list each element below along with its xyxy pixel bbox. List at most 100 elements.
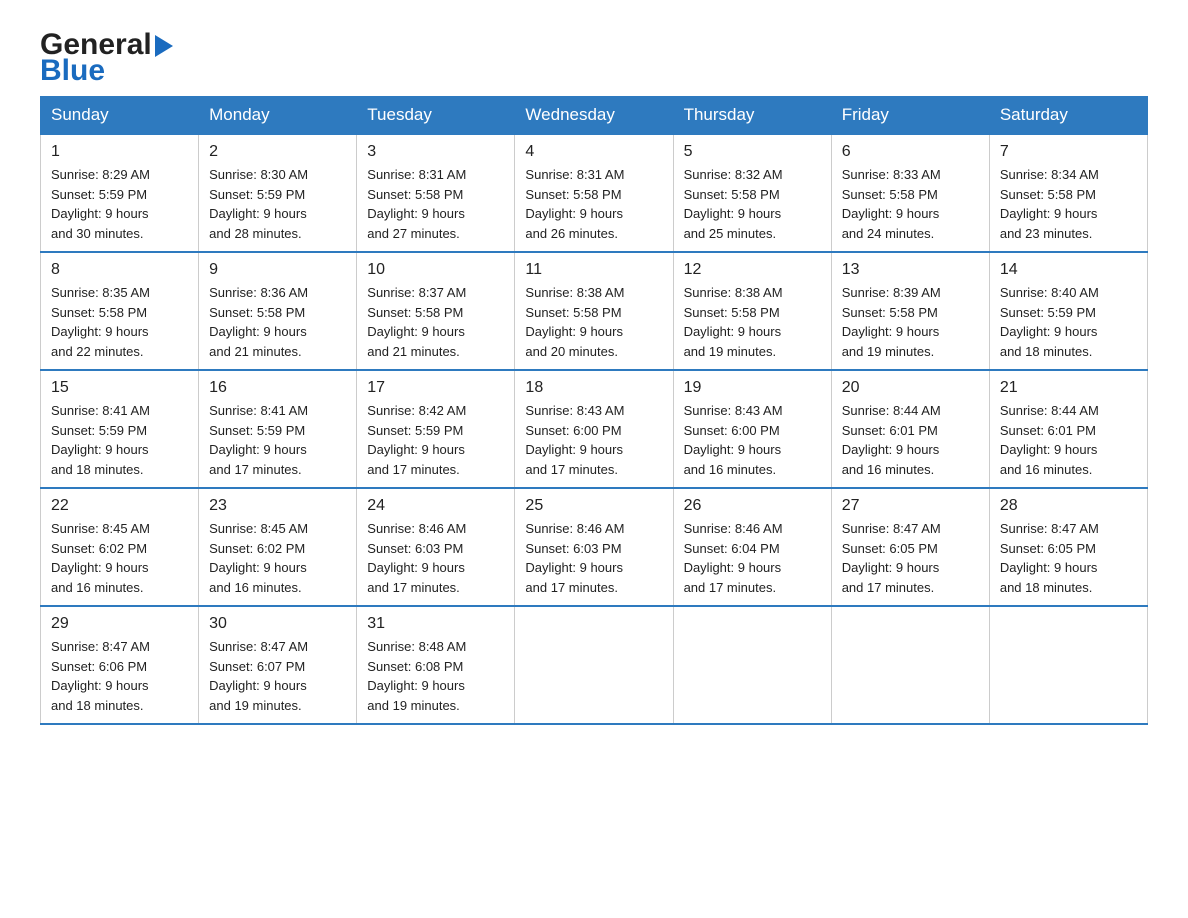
day-number: 9 [209, 261, 346, 279]
day-number: 17 [367, 379, 504, 397]
calendar-day-16: 16Sunrise: 8:41 AM Sunset: 5:59 PM Dayli… [199, 370, 357, 488]
day-info: Sunrise: 8:40 AM Sunset: 5:59 PM Dayligh… [1000, 283, 1137, 361]
day-number: 14 [1000, 261, 1137, 279]
weekday-header-monday: Monday [199, 97, 357, 135]
calendar-day-27: 27Sunrise: 8:47 AM Sunset: 6:05 PM Dayli… [831, 488, 989, 606]
calendar-week-row: 1 Sunrise: 8:29 AM Sunset: 5:59 PM Daylig… [41, 134, 1148, 252]
day-info: Sunrise: 8:32 AM Sunset: 5:58 PM Dayligh… [684, 165, 821, 243]
day-number: 7 [1000, 143, 1137, 161]
day-number: 16 [209, 379, 346, 397]
day-info: Sunrise: 8:36 AM Sunset: 5:58 PM Dayligh… [209, 283, 346, 361]
day-number: 1 [51, 143, 188, 161]
day-number: 12 [684, 261, 821, 279]
calendar-day-5: 5 Sunrise: 8:32 AM Sunset: 5:58 PM Daylig… [673, 134, 831, 252]
calendar-empty-cell [515, 606, 673, 724]
calendar-day-21: 21 Sunrise: 8:44 AM Sunset: 6:01 PM Dayli… [989, 370, 1147, 488]
day-number: 30 [209, 615, 346, 633]
day-info: Sunrise: 8:47 AM Sunset: 6:05 PM Dayligh… [1000, 519, 1137, 597]
calendar-empty-cell [673, 606, 831, 724]
day-info: Sunrise: 8:34 AM Sunset: 5:58 PM Dayligh… [1000, 165, 1137, 243]
calendar-day-17: 17 Sunrise: 8:42 AM Sunset: 5:59 PM Dayli… [357, 370, 515, 488]
calendar-week-row: 29Sunrise: 8:47 AM Sunset: 6:06 PM Dayli… [41, 606, 1148, 724]
day-info: Sunrise: 8:46 AM Sunset: 6:03 PM Dayligh… [525, 519, 662, 597]
day-number: 24 [367, 497, 504, 515]
day-number: 20 [842, 379, 979, 397]
day-info: Sunrise: 8:38 AM Sunset: 5:58 PM Dayligh… [684, 283, 821, 361]
day-info: Sunrise: 8:33 AM Sunset: 5:58 PM Dayligh… [842, 165, 979, 243]
calendar-day-15: 15Sunrise: 8:41 AM Sunset: 5:59 PM Dayli… [41, 370, 199, 488]
calendar-day-20: 20 Sunrise: 8:44 AM Sunset: 6:01 PM Dayli… [831, 370, 989, 488]
calendar-day-25: 25 Sunrise: 8:46 AM Sunset: 6:03 PM Dayli… [515, 488, 673, 606]
calendar-day-12: 12 Sunrise: 8:38 AM Sunset: 5:58 PM Dayli… [673, 252, 831, 370]
calendar-day-7: 7 Sunrise: 8:34 AM Sunset: 5:58 PM Daylig… [989, 134, 1147, 252]
day-number: 23 [209, 497, 346, 515]
day-info: Sunrise: 8:48 AM Sunset: 6:08 PM Dayligh… [367, 637, 504, 715]
day-info: Sunrise: 8:39 AM Sunset: 5:58 PM Dayligh… [842, 283, 979, 361]
day-number: 26 [684, 497, 821, 515]
day-number: 25 [525, 497, 662, 515]
calendar-day-26: 26 Sunrise: 8:46 AM Sunset: 6:04 PM Dayli… [673, 488, 831, 606]
day-number: 11 [525, 261, 662, 279]
calendar-day-28: 28 Sunrise: 8:47 AM Sunset: 6:05 PM Dayli… [989, 488, 1147, 606]
weekday-header-friday: Friday [831, 97, 989, 135]
day-number: 6 [842, 143, 979, 161]
day-info: Sunrise: 8:44 AM Sunset: 6:01 PM Dayligh… [842, 401, 979, 479]
calendar-day-31: 31 Sunrise: 8:48 AM Sunset: 6:08 PM Dayli… [357, 606, 515, 724]
day-number: 15 [51, 379, 188, 397]
day-info: Sunrise: 8:31 AM Sunset: 5:58 PM Dayligh… [525, 165, 662, 243]
weekday-header-wednesday: Wednesday [515, 97, 673, 135]
calendar-day-11: 11 Sunrise: 8:38 AM Sunset: 5:58 PM Dayli… [515, 252, 673, 370]
day-number: 28 [1000, 497, 1137, 515]
day-info: Sunrise: 8:30 AM Sunset: 5:59 PM Dayligh… [209, 165, 346, 243]
calendar-day-14: 14 Sunrise: 8:40 AM Sunset: 5:59 PM Dayli… [989, 252, 1147, 370]
calendar-week-row: 15Sunrise: 8:41 AM Sunset: 5:59 PM Dayli… [41, 370, 1148, 488]
calendar-day-3: 3 Sunrise: 8:31 AM Sunset: 5:58 PM Daylig… [357, 134, 515, 252]
day-number: 31 [367, 615, 504, 633]
day-number: 21 [1000, 379, 1137, 397]
calendar-day-1: 1 Sunrise: 8:29 AM Sunset: 5:59 PM Daylig… [41, 134, 199, 252]
calendar-table: SundayMondayTuesdayWednesdayThursdayFrid… [40, 96, 1148, 725]
calendar-day-10: 10 Sunrise: 8:37 AM Sunset: 5:58 PM Dayli… [357, 252, 515, 370]
day-info: Sunrise: 8:46 AM Sunset: 6:03 PM Dayligh… [367, 519, 504, 597]
weekday-header-thursday: Thursday [673, 97, 831, 135]
day-number: 18 [525, 379, 662, 397]
calendar-day-9: 9 Sunrise: 8:36 AM Sunset: 5:58 PM Daylig… [199, 252, 357, 370]
day-number: 4 [525, 143, 662, 161]
day-number: 22 [51, 497, 188, 515]
logo: General Blue [40, 30, 173, 86]
weekday-header-tuesday: Tuesday [357, 97, 515, 135]
calendar-day-24: 24 Sunrise: 8:46 AM Sunset: 6:03 PM Dayli… [357, 488, 515, 606]
calendar-day-23: 23Sunrise: 8:45 AM Sunset: 6:02 PM Dayli… [199, 488, 357, 606]
day-info: Sunrise: 8:47 AM Sunset: 6:05 PM Dayligh… [842, 519, 979, 597]
day-info: Sunrise: 8:38 AM Sunset: 5:58 PM Dayligh… [525, 283, 662, 361]
calendar-week-row: 22 Sunrise: 8:45 AM Sunset: 6:02 PM Dayli… [41, 488, 1148, 606]
day-number: 10 [367, 261, 504, 279]
day-number: 2 [209, 143, 346, 161]
day-info: Sunrise: 8:44 AM Sunset: 6:01 PM Dayligh… [1000, 401, 1137, 479]
weekday-header-row: SundayMondayTuesdayWednesdayThursdayFrid… [41, 97, 1148, 135]
day-info: Sunrise: 8:46 AM Sunset: 6:04 PM Dayligh… [684, 519, 821, 597]
calendar-day-30: 30 Sunrise: 8:47 AM Sunset: 6:07 PM Dayli… [199, 606, 357, 724]
calendar-empty-cell [989, 606, 1147, 724]
weekday-header-sunday: Sunday [41, 97, 199, 135]
day-info: Sunrise: 8:29 AM Sunset: 5:59 PM Dayligh… [51, 165, 188, 243]
calendar-day-19: 19Sunrise: 8:43 AM Sunset: 6:00 PM Dayli… [673, 370, 831, 488]
day-number: 19 [684, 379, 821, 397]
day-info: Sunrise: 8:42 AM Sunset: 5:59 PM Dayligh… [367, 401, 504, 479]
calendar-day-29: 29Sunrise: 8:47 AM Sunset: 6:06 PM Dayli… [41, 606, 199, 724]
day-info: Sunrise: 8:37 AM Sunset: 5:58 PM Dayligh… [367, 283, 504, 361]
day-info: Sunrise: 8:47 AM Sunset: 6:07 PM Dayligh… [209, 637, 346, 715]
day-info: Sunrise: 8:31 AM Sunset: 5:58 PM Dayligh… [367, 165, 504, 243]
logo-blue-text: Blue [40, 56, 173, 86]
day-number: 3 [367, 143, 504, 161]
calendar-day-4: 4 Sunrise: 8:31 AM Sunset: 5:58 PM Daylig… [515, 134, 673, 252]
day-info: Sunrise: 8:35 AM Sunset: 5:58 PM Dayligh… [51, 283, 188, 361]
day-number: 5 [684, 143, 821, 161]
day-info: Sunrise: 8:43 AM Sunset: 6:00 PM Dayligh… [525, 401, 662, 479]
calendar-week-row: 8Sunrise: 8:35 AM Sunset: 5:58 PM Daylig… [41, 252, 1148, 370]
calendar-empty-cell [831, 606, 989, 724]
day-info: Sunrise: 8:47 AM Sunset: 6:06 PM Dayligh… [51, 637, 188, 715]
day-info: Sunrise: 8:45 AM Sunset: 6:02 PM Dayligh… [51, 519, 188, 597]
calendar-day-8: 8Sunrise: 8:35 AM Sunset: 5:58 PM Daylig… [41, 252, 199, 370]
logo-arrow-icon [155, 35, 173, 57]
